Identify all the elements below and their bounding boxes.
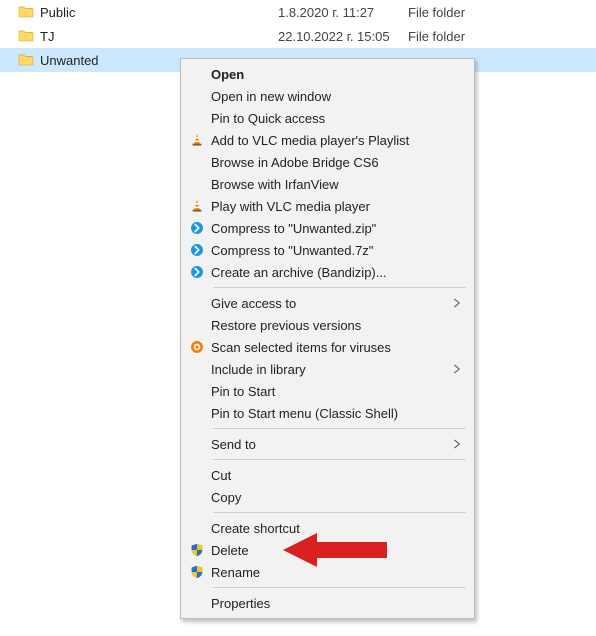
menu-item-label: Compress to "Unwanted.zip" [207, 221, 464, 236]
menu-item-label: Pin to Quick access [207, 111, 464, 126]
menu-item-label: Play with VLC media player [207, 199, 464, 214]
file-name: Unwanted [40, 53, 99, 68]
file-name: Public [40, 5, 75, 20]
blank-icon [187, 383, 207, 399]
file-row[interactable]: Public 1.8.2020 г. 11:27File folder [0, 0, 596, 24]
menu-item-pin-to-start[interactable]: Pin to Start [183, 380, 472, 402]
context-menu: Open Open in new window Pin to Quick acces… [180, 58, 475, 619]
menu-item-give-access-to[interactable]: Give access to [183, 292, 472, 314]
menu-separator [213, 587, 466, 588]
menu-item-label: Open in new window [207, 89, 464, 104]
blank-icon [187, 88, 207, 104]
blank-icon [187, 520, 207, 536]
menu-item-copy[interactable]: Copy [183, 486, 472, 508]
folder-icon [18, 52, 34, 68]
menu-item-label: Rename [207, 565, 464, 580]
file-type: File folder [408, 5, 465, 20]
menu-item-delete[interactable]: Delete [183, 539, 472, 561]
menu-separator [213, 428, 466, 429]
menu-item-label: Add to VLC media player's Playlist [207, 133, 464, 148]
menu-item-pin-to-start-menu-classic-shell[interactable]: Pin to Start menu (Classic Shell) [183, 402, 472, 424]
chevron-right-icon [450, 438, 464, 450]
menu-separator [213, 512, 466, 513]
vlc-icon [187, 132, 207, 148]
menu-item-label: Create an archive (Bandizip)... [207, 265, 464, 280]
menu-item-restore-previous-versions[interactable]: Restore previous versions [183, 314, 472, 336]
menu-item-browse-with-irfanview[interactable]: Browse with IrfanView [183, 173, 472, 195]
menu-item-add-to-vlc-media-player-s-playlist[interactable]: Add to VLC media player's Playlist [183, 129, 472, 151]
bandizip-icon [187, 264, 207, 280]
menu-item-label: Copy [207, 490, 464, 505]
shield-icon [187, 542, 207, 558]
menu-item-label: Restore previous versions [207, 318, 464, 333]
menu-item-open[interactable]: Open [183, 63, 472, 85]
menu-item-properties[interactable]: Properties [183, 592, 472, 614]
blank-icon [187, 66, 207, 82]
blank-icon [187, 154, 207, 170]
menu-item-label: Browse in Adobe Bridge CS6 [207, 155, 464, 170]
blank-icon [187, 176, 207, 192]
shield-icon [187, 564, 207, 580]
file-type: File folder [408, 29, 465, 44]
vlc-icon [187, 198, 207, 214]
blank-icon [187, 317, 207, 333]
menu-item-cut[interactable]: Cut [183, 464, 472, 486]
menu-item-label: Compress to "Unwanted.7z" [207, 243, 464, 258]
file-name: TJ [40, 29, 54, 44]
menu-separator [213, 459, 466, 460]
menu-item-label: Browse with IrfanView [207, 177, 464, 192]
menu-item-label: Cut [207, 468, 464, 483]
menu-item-pin-to-quick-access[interactable]: Pin to Quick access [183, 107, 472, 129]
blank-icon [187, 295, 207, 311]
menu-item-label: Give access to [207, 296, 450, 311]
menu-item-label: Scan selected items for viruses [207, 340, 464, 355]
folder-icon [18, 4, 34, 20]
menu-item-create-an-archive-bandizip[interactable]: Create an archive (Bandizip)... [183, 261, 472, 283]
blank-icon [187, 361, 207, 377]
menu-item-label: Pin to Start [207, 384, 464, 399]
menu-item-include-in-library[interactable]: Include in library [183, 358, 472, 380]
menu-item-label: Pin to Start menu (Classic Shell) [207, 406, 464, 421]
menu-item-label: Delete [207, 543, 464, 558]
blank-icon [187, 595, 207, 611]
menu-item-create-shortcut[interactable]: Create shortcut [183, 517, 472, 539]
bandizip-icon [187, 242, 207, 258]
blank-icon [187, 110, 207, 126]
menu-separator [213, 287, 466, 288]
bandizip-icon [187, 220, 207, 236]
menu-item-label: Include in library [207, 362, 450, 377]
chevron-right-icon [450, 297, 464, 309]
menu-item-open-in-new-window[interactable]: Open in new window [183, 85, 472, 107]
blank-icon [187, 489, 207, 505]
blank-icon [187, 467, 207, 483]
menu-item-rename[interactable]: Rename [183, 561, 472, 583]
menu-item-label: Send to [207, 437, 450, 452]
blank-icon [187, 436, 207, 452]
file-date: 1.8.2020 г. 11:27 [278, 5, 408, 20]
folder-icon [18, 28, 34, 44]
menu-item-label: Create shortcut [207, 521, 464, 536]
menu-item-play-with-vlc-media-player[interactable]: Play with VLC media player [183, 195, 472, 217]
file-date: 22.10.2022 г. 15:05 [278, 29, 408, 44]
blank-icon [187, 405, 207, 421]
avast-icon [187, 339, 207, 355]
menu-item-label: Properties [207, 596, 464, 611]
menu-item-compress-to-unwanted-zip[interactable]: Compress to "Unwanted.zip" [183, 217, 472, 239]
menu-item-send-to[interactable]: Send to [183, 433, 472, 455]
file-row[interactable]: TJ 22.10.2022 г. 15:05File folder [0, 24, 596, 48]
menu-item-browse-in-adobe-bridge-cs6[interactable]: Browse in Adobe Bridge CS6 [183, 151, 472, 173]
menu-item-compress-to-unwanted-7z[interactable]: Compress to "Unwanted.7z" [183, 239, 472, 261]
chevron-right-icon [450, 363, 464, 375]
menu-item-scan-selected-items-for-viruses[interactable]: Scan selected items for viruses [183, 336, 472, 358]
menu-item-label: Open [207, 67, 464, 82]
